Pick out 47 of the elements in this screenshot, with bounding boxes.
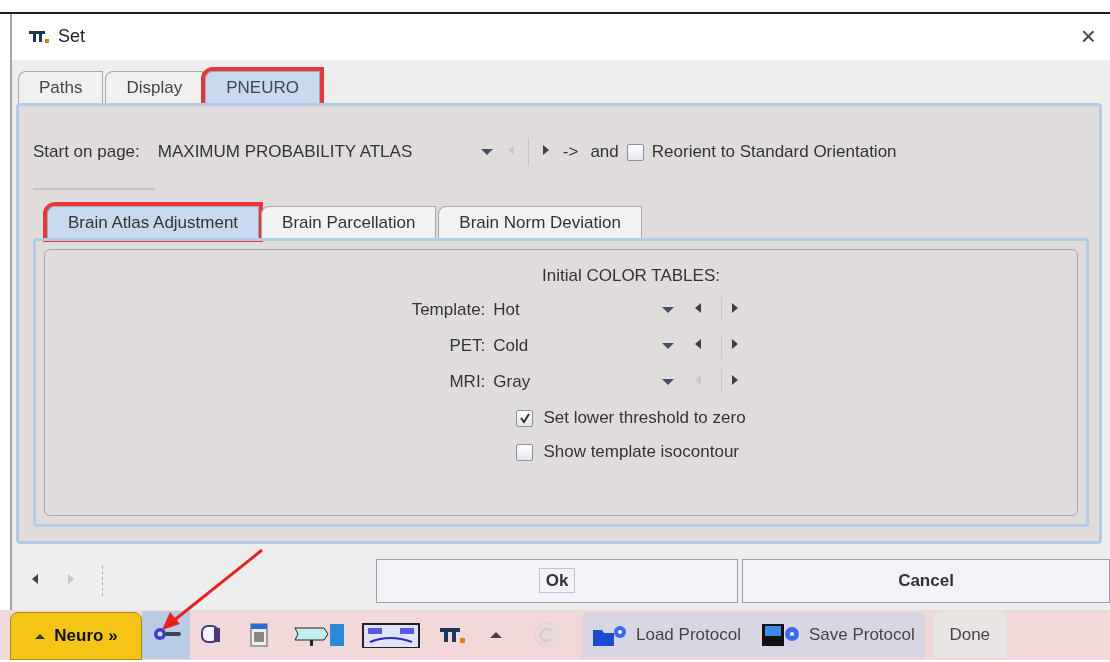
field-label: MRI: <box>448 372 486 393</box>
color-table-dropdown[interactable]: Cold <box>493 336 654 357</box>
eject-icon <box>34 632 47 640</box>
checkbox-label: Reorient to Standard Orientation <box>651 142 897 163</box>
checkbox[interactable] <box>626 143 644 161</box>
checkbox[interactable] <box>516 409 534 427</box>
protocol-button[interactable]: Load Protocol <box>590 622 743 648</box>
dialog-button[interactable]: Cancel <box>742 559 1110 604</box>
tab[interactable]: Brain Parcellation <box>261 206 437 239</box>
eject-icon <box>490 632 502 638</box>
color-table-dropdown[interactable]: Hot <box>493 300 654 321</box>
dropdown-arrow-icon[interactable] <box>479 147 494 158</box>
checkbox-label: Show template isocontour <box>543 442 739 463</box>
module-button[interactable]: Neuro » <box>10 612 142 660</box>
dropdown-arrow-icon[interactable] <box>661 377 676 388</box>
done-button[interactable]: Done <box>932 612 1007 658</box>
tab[interactable]: Brain Norm Deviation <box>438 206 642 239</box>
section-heading: Initial COLOR TABLES: <box>542 266 720 287</box>
layout-icon <box>362 623 420 648</box>
color-table-dropdown[interactable]: Gray <box>493 372 654 393</box>
next-arrow-icon[interactable] <box>540 143 551 158</box>
page-dropdown[interactable]: MAXIMUM PROBABILITY ATLAS <box>157 142 468 163</box>
arrow-text: -> <box>562 142 579 163</box>
previous-arrow-icon[interactable] <box>693 301 704 316</box>
dropdown-arrow-icon[interactable] <box>661 341 676 352</box>
exit-sign-icon <box>294 624 344 646</box>
document-icon <box>250 623 268 647</box>
field-label: Start on page: <box>33 142 140 163</box>
checkbox-label: Set lower threshold to zero <box>543 408 746 429</box>
copyright-icon <box>534 622 560 648</box>
tab[interactable]: Paths <box>18 71 104 104</box>
field-label: PET: <box>448 336 486 357</box>
window-title: Set <box>58 26 87 48</box>
pi-logo-icon <box>440 628 465 643</box>
previous-arrow-icon[interactable] <box>693 337 704 352</box>
tab[interactable]: Display <box>105 71 204 104</box>
toolbar-button[interactable] <box>142 611 190 659</box>
protocol-button[interactable]: Save Protocol <box>758 622 917 648</box>
and-label: and <box>590 142 619 163</box>
previous-arrow-icon[interactable] <box>30 572 40 587</box>
floppy-gear-icon <box>760 622 801 648</box>
close-button[interactable]: × <box>1076 21 1100 53</box>
pi-logo-icon <box>28 28 50 45</box>
dropdown-arrow-icon[interactable] <box>661 305 676 316</box>
dialog-button[interactable]: Ok <box>376 559 738 604</box>
field-label: Template: <box>411 300 486 321</box>
checkbox[interactable] <box>516 443 534 461</box>
